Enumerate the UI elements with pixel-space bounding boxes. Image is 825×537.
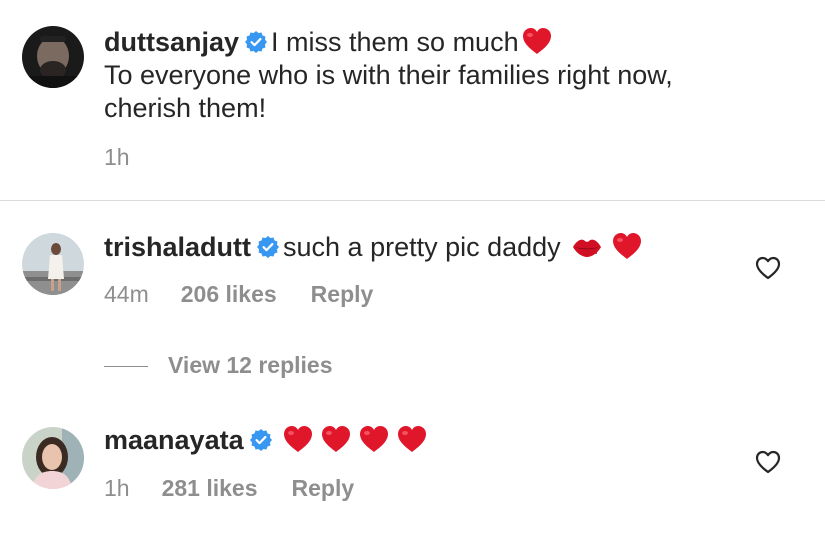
like-heart-icon[interactable] xyxy=(755,450,781,474)
comment-trishaladutt: trishaladutt such a pretty pic daddy xyxy=(104,231,643,264)
red-heart-emoji xyxy=(611,231,643,261)
caption-text: I miss them so much xyxy=(271,27,519,57)
red-heart-emoji xyxy=(396,424,428,454)
comment-text: such a pretty pic daddy xyxy=(283,232,561,262)
likes-count[interactable]: 206 likes xyxy=(181,281,277,308)
red-heart-emoji xyxy=(358,424,390,454)
verified-badge-icon xyxy=(245,31,268,53)
likes-count[interactable]: 281 likes xyxy=(162,475,258,502)
avatar-duttsanjay[interactable] xyxy=(22,26,84,88)
avatar-image xyxy=(22,233,84,295)
reply-button[interactable]: Reply xyxy=(292,475,355,502)
post-caption: duttsanjay I miss them so much To everyon… xyxy=(104,26,673,125)
comment-timestamp[interactable]: 1h xyxy=(104,475,130,502)
post-timestamp[interactable]: 1h xyxy=(104,144,130,171)
view-replies-button[interactable]: View 12 replies xyxy=(104,352,333,379)
avatar-maanayata[interactable] xyxy=(22,427,84,489)
reply-button[interactable]: Reply xyxy=(311,281,374,308)
like-heart-icon[interactable] xyxy=(755,256,781,280)
username[interactable]: trishaladutt xyxy=(104,232,251,262)
red-heart-emoji xyxy=(320,424,352,454)
avatar-trishaladutt[interactable] xyxy=(22,233,84,295)
lips-emoji xyxy=(571,234,603,260)
comment-meta: 1h 281 likes Reply xyxy=(104,475,354,502)
caption-line-2: To everyone who is with their families r… xyxy=(104,60,673,90)
verified-badge-icon xyxy=(257,236,280,258)
verified-badge-icon xyxy=(249,429,272,451)
post-meta: 1h xyxy=(104,144,162,171)
avatar-image xyxy=(22,427,84,489)
avatar-image xyxy=(22,26,84,88)
replies-line xyxy=(104,366,148,368)
red-heart-emoji xyxy=(521,26,553,56)
username[interactable]: duttsanjay xyxy=(104,27,239,57)
username[interactable]: maanayata xyxy=(104,425,244,455)
divider xyxy=(0,200,825,201)
view-replies-label: View 12 replies xyxy=(168,352,333,378)
comment-timestamp[interactable]: 44m xyxy=(104,281,149,308)
red-heart-emoji xyxy=(282,424,314,454)
caption-line-1: duttsanjay I miss them so much xyxy=(104,26,673,59)
caption-line-3: cherish them! xyxy=(104,93,267,123)
comment-maanayata: maanayata xyxy=(104,424,428,457)
comment-meta: 44m 206 likes Reply xyxy=(104,281,373,308)
